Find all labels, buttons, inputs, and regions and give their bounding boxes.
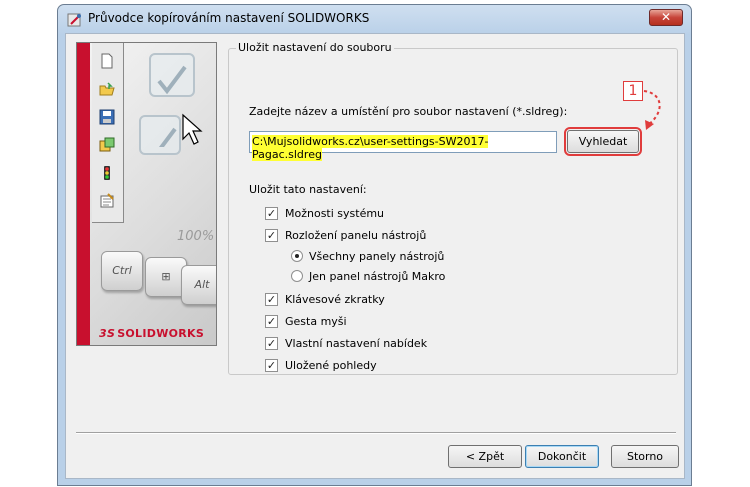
path-value: C:\Mujsolidworks.cz\user-settings-SW2017…	[252, 135, 489, 161]
wizard-banner-image: 100% Ctrl ⊞ Alt 3S SOLIDWORKS	[76, 42, 217, 346]
keyboard-shortcuts-label: Klávesové zkratky	[285, 293, 385, 306]
save-these-label: Uložit tato nastavení:	[249, 183, 367, 196]
custom-menus-checkbox[interactable]: ✓	[265, 337, 278, 350]
open-folder-icon	[99, 82, 115, 96]
mouse-gestures-checkbox[interactable]: ✓	[265, 315, 278, 328]
all-toolbars-label: Všechny panely nástrojů	[309, 250, 445, 263]
solidworks-app-icon	[67, 13, 81, 27]
toolbar-layout-label: Rozložení panelu nástrojů	[285, 229, 427, 242]
banner-toolbar	[92, 43, 124, 223]
browse-button[interactable]: Vyhledat	[564, 127, 642, 156]
save-icon	[99, 109, 115, 125]
keyboard-shortcuts-checkbox[interactable]: ✓	[265, 293, 278, 306]
window-title: Průvodce kopírováním nastavení SOLIDWORK…	[88, 11, 370, 25]
callout-number-badge: 1	[623, 81, 643, 101]
solidworks-logo: 3S SOLIDWORKS	[99, 327, 204, 340]
all-toolbars-radio[interactable]	[291, 250, 303, 262]
finish-button[interactable]: Dokončit	[525, 445, 599, 468]
ctrl-key-graphic: Ctrl	[101, 251, 143, 291]
file-prompt-label: Zadejte název a umístění pro soubor nast…	[249, 105, 568, 118]
wizard-window: Průvodce kopírováním nastavení SOLIDWORK…	[57, 4, 692, 486]
mouse-cursor-icon	[182, 113, 203, 145]
macro-toolbar-radio[interactable]	[291, 270, 303, 282]
new-document-icon	[101, 53, 113, 69]
settings-file-path-input[interactable]: C:\Mujsolidworks.cz\user-settings-SW2017…	[249, 131, 557, 161]
cancel-button[interactable]: Storno	[611, 445, 679, 468]
footer-separator	[76, 432, 676, 434]
system-options-label: Možnosti systému	[285, 207, 385, 220]
properties-icon	[100, 193, 114, 208]
mouse-gestures-label: Gesta myši	[285, 315, 347, 328]
alt-key-graphic: Alt	[181, 265, 216, 305]
group-legend: Uložit nastavení do souboru	[236, 41, 394, 54]
percent-decor: 100%	[177, 229, 215, 244]
system-options-checkbox[interactable]: ✓	[265, 207, 278, 220]
back-button[interactable]: < Zpět	[448, 445, 522, 468]
save-settings-group: Uložit nastavení do souboru Zadejte náze…	[228, 41, 678, 375]
client-area: 100% Ctrl ⊞ Alt 3S SOLIDWORKS Uložit nast…	[65, 33, 685, 479]
close-button[interactable]: ✕	[649, 9, 683, 26]
banner-red-stripe	[77, 43, 90, 345]
macro-toolbar-label: Jen panel nástrojů Makro	[309, 270, 446, 283]
ds-logo-mark: 3S	[99, 327, 116, 340]
logo-text: SOLIDWORKS	[117, 327, 205, 340]
traffic-light-icon	[104, 166, 110, 180]
saved-views-label: Uložené pohledy	[285, 359, 377, 372]
toolbar-layout-checkbox[interactable]: ✓	[265, 229, 278, 242]
custom-menus-label: Vlastní nastavení nabídek	[285, 337, 428, 350]
saved-views-checkbox[interactable]: ✓	[265, 359, 278, 372]
callout-arrow-icon	[643, 90, 661, 130]
options-icon	[99, 137, 115, 152]
title-bar[interactable]: Průvodce kopírováním nastavení SOLIDWORK…	[58, 5, 691, 33]
